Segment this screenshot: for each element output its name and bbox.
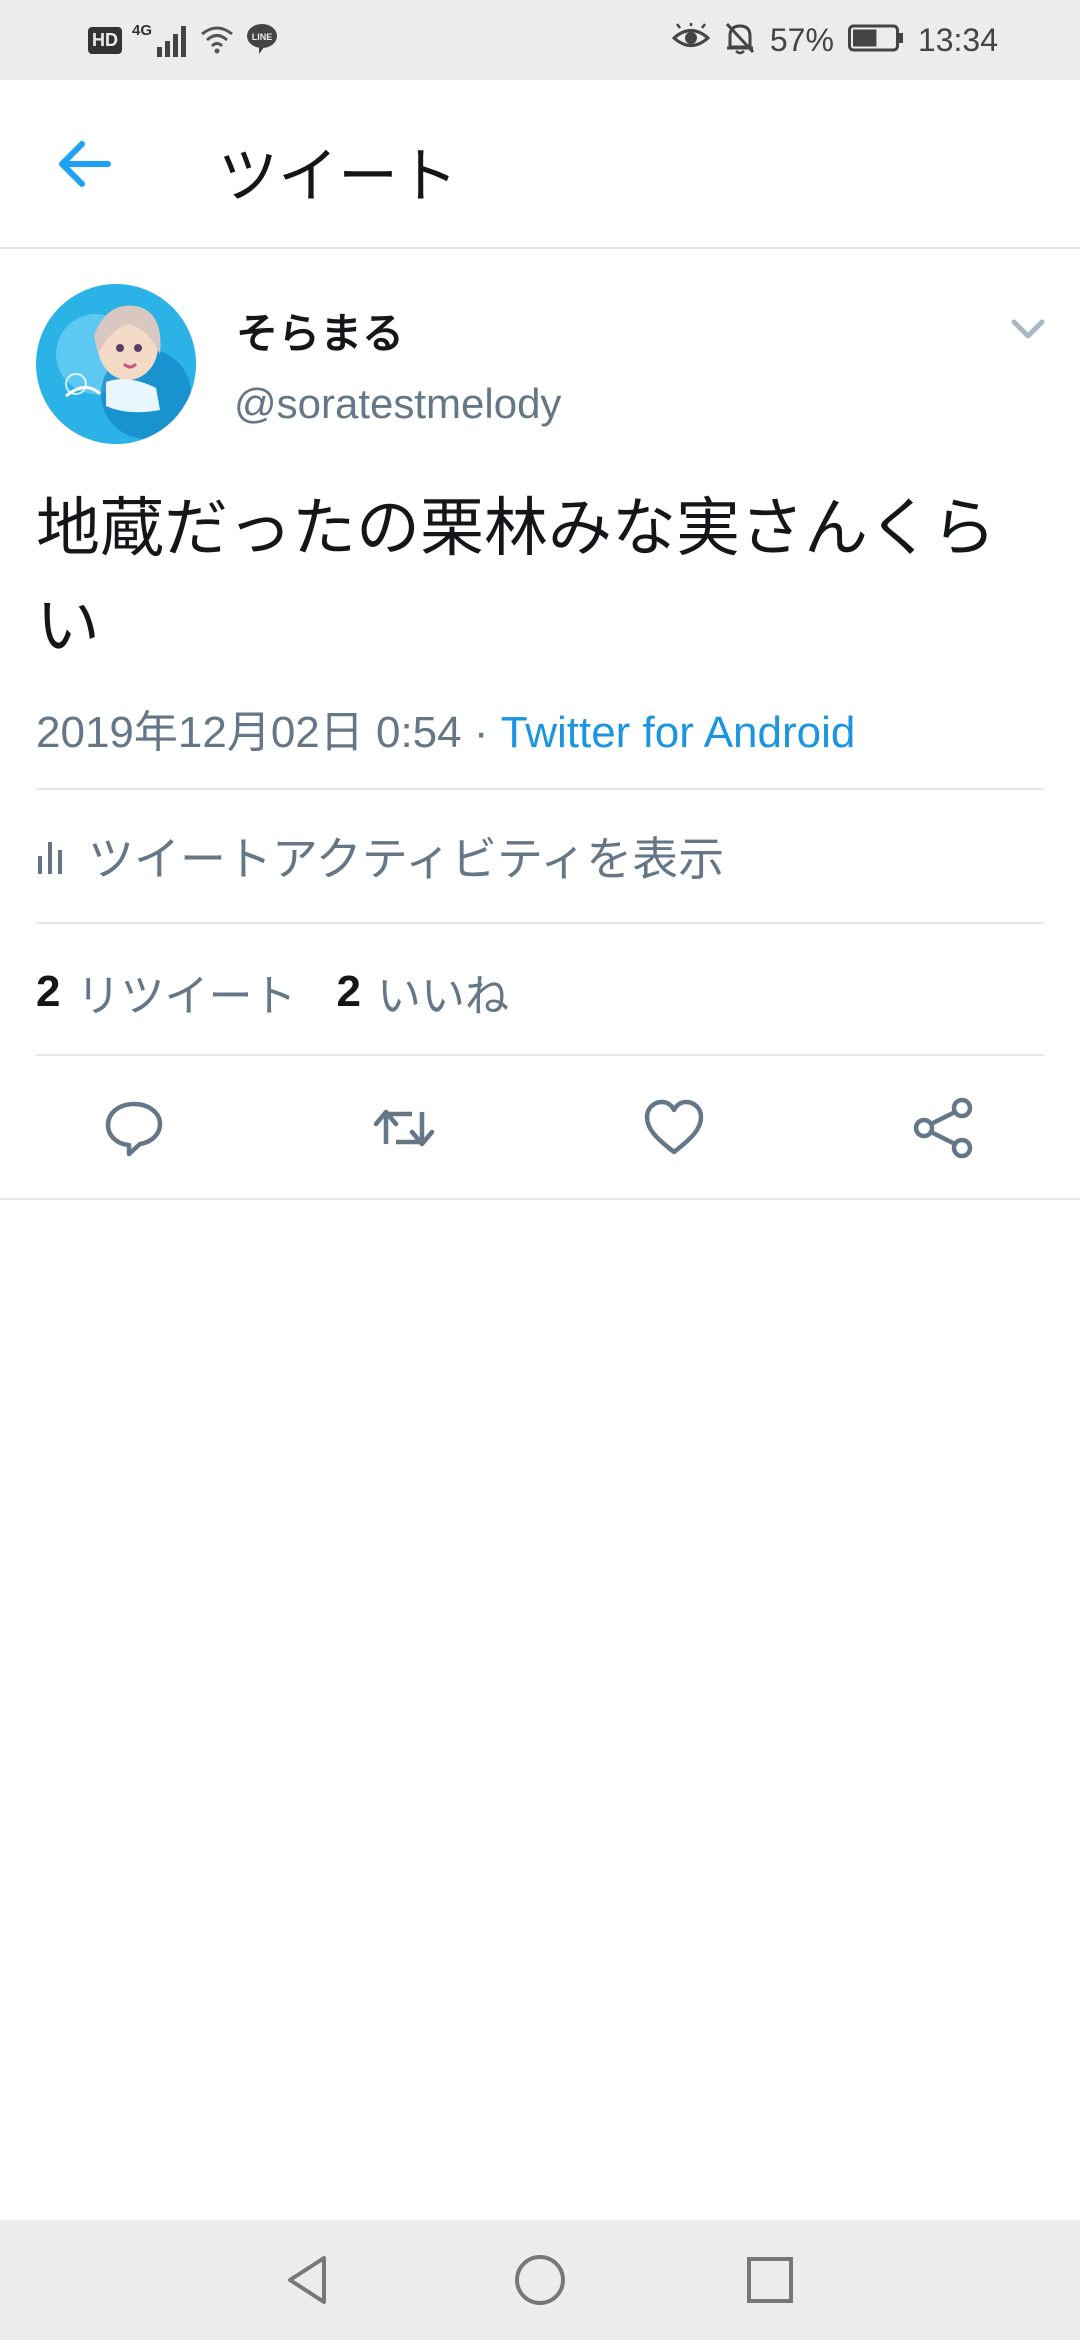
retweet-label: リツイート [76, 971, 297, 1022]
engagement-counts: 2 リツイート 2 いいね [36, 960, 509, 1024]
header-divider [0, 247, 1080, 249]
wifi-icon [199, 22, 235, 58]
home-circle-icon [515, 2255, 565, 2305]
line-icon: LINE [245, 21, 279, 59]
reply-icon [105, 1101, 163, 1157]
avatar[interactable] [36, 284, 196, 444]
tweet-activity-link[interactable]: ツイートアクティビティを表示 [36, 826, 724, 886]
divider-meta [36, 788, 1044, 790]
status-left-icons: HD 4G LINE [88, 18, 279, 62]
back-button[interactable] [50, 134, 116, 194]
retweet-count: 2 [36, 967, 61, 1016]
nav-recents-button[interactable] [740, 2250, 800, 2310]
chevron-down-icon [1011, 319, 1045, 339]
tweet-menu-button[interactable] [1008, 312, 1048, 346]
network-type-label: 4G [132, 22, 153, 39]
hd-icon: HD [88, 26, 122, 54]
activity-label: ツイートアクティビティを表示 [88, 832, 725, 886]
status-bar: HD 4G LINE 57% 13:34 [0, 0, 1080, 80]
retweet-button[interactable] [372, 1096, 436, 1160]
tweet-text: 地蔵だったの栗林みな実さんくらい [36, 492, 996, 664]
display-name[interactable]: そらまる [236, 300, 404, 361]
tweet-timestamp: 2019年12月02日 0:54 [36, 708, 462, 757]
divider-counts [36, 1054, 1044, 1056]
back-triangle-icon [288, 2256, 326, 2304]
like-label: いいね [376, 971, 509, 1022]
like-count: 2 [336, 967, 361, 1016]
reply-button[interactable] [102, 1096, 166, 1160]
retweet-count-group[interactable]: 2 リツイート [36, 960, 296, 1024]
divider-actions [0, 1198, 1080, 1200]
battery-percent: 57% [769, 21, 834, 58]
eye-icon [671, 23, 711, 57]
tweet-meta: 2019年12月02日 0:54 · Twitter for Android [36, 696, 855, 760]
divider-activity [36, 922, 1044, 924]
nav-back-button[interactable] [278, 2250, 338, 2310]
status-right-icons: 57% 13:34 [671, 18, 998, 62]
arrow-left-icon [59, 141, 111, 187]
battery-icon [847, 23, 904, 57]
app-header: ツイート [0, 80, 1080, 248]
status-time: 13:34 [917, 21, 998, 58]
signal-icon: 4G [132, 23, 189, 57]
system-nav-bar [0, 2220, 1080, 2340]
share-button[interactable] [912, 1096, 976, 1160]
bar-chart-icon [38, 842, 62, 874]
nav-home-button[interactable] [510, 2250, 570, 2310]
heart-icon [644, 1099, 704, 1155]
bell-off-icon [724, 21, 756, 59]
svg-text:LINE: LINE [252, 32, 273, 42]
user-handle[interactable]: @soratestmelody [234, 380, 561, 428]
like-button[interactable] [642, 1096, 706, 1160]
like-count-group[interactable]: 2 いいね [336, 960, 508, 1024]
tweet-client-link[interactable]: Twitter for Android [501, 708, 856, 757]
retweet-icon [373, 1109, 435, 1147]
recents-square-icon [747, 2257, 793, 2303]
page-title: ツイート [218, 142, 458, 212]
meta-separator: · [461, 708, 501, 757]
share-icon [913, 1097, 973, 1159]
avatar-image [36, 284, 196, 444]
